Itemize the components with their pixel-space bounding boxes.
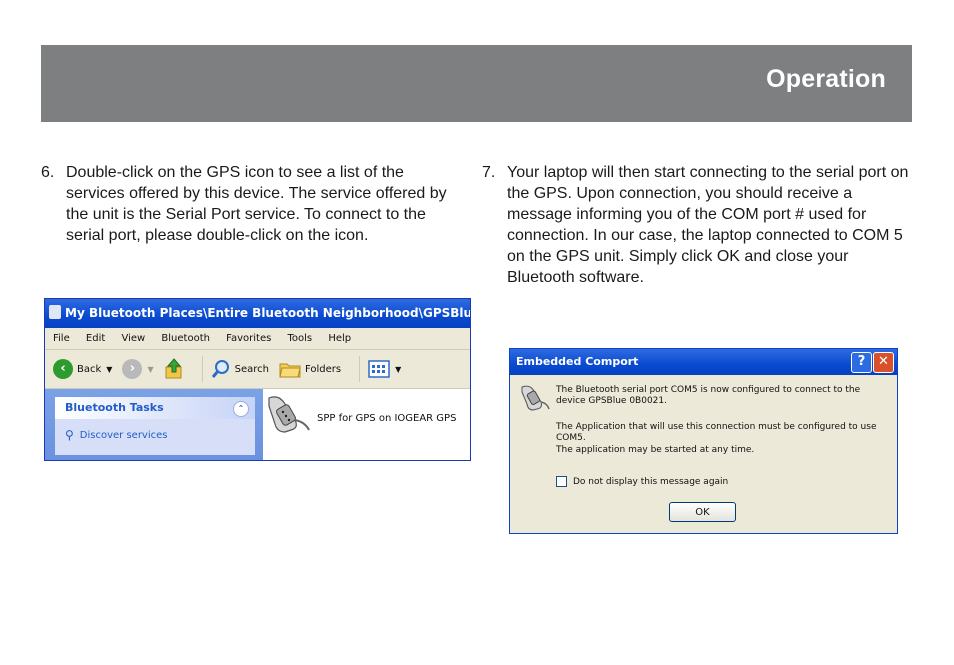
search-label: Search	[234, 363, 269, 375]
dropdown-arrow-icon: ▼	[106, 364, 113, 374]
toolbar-separator	[201, 356, 203, 382]
dialog-message-configured: The Bluetooth serial port COM5 is now co…	[556, 385, 861, 406]
embedded-comport-dialog-screenshot: Embedded Comport ? ✕ The Bluetooth seria…	[509, 348, 898, 534]
serial-port-icon	[268, 396, 310, 433]
step-number: 6.	[41, 164, 55, 181]
up-folder-button[interactable]	[164, 358, 184, 380]
collapse-icon[interactable]: ⌃	[233, 401, 249, 417]
back-label: Back	[77, 363, 102, 375]
search-button[interactable]: Search	[211, 359, 269, 379]
content-pane: SPP for GPS on IOGEAR GPS	[263, 389, 470, 460]
step-number: 7.	[482, 164, 496, 181]
menu-bluetooth[interactable]: Bluetooth	[161, 333, 210, 344]
close-button[interactable]: ✕	[873, 352, 894, 373]
explorer-menubar: File Edit View Bluetooth Favorites Tools…	[45, 328, 470, 350]
explorer-toolbar: ‹ Back ▼ › ▼ Search Folders ▼	[45, 350, 470, 389]
back-arrow-icon: ‹	[53, 359, 73, 379]
explorer-title: My Bluetooth Places\Entire Bluetooth Nei…	[65, 306, 471, 320]
magnifier-icon: ⚲	[65, 428, 74, 442]
forward-arrow-icon: ›	[122, 359, 143, 379]
discover-services-link[interactable]: ⚲ Discover services	[55, 419, 255, 442]
step-text: Double-click on the GPS icon to see a li…	[66, 164, 447, 244]
back-button[interactable]: ‹ Back ▼	[53, 359, 112, 379]
menu-tools[interactable]: Tools	[288, 333, 313, 344]
help-button[interactable]: ?	[851, 352, 872, 373]
menu-view[interactable]: View	[121, 333, 145, 344]
search-icon	[211, 360, 229, 378]
menu-edit[interactable]: Edit	[86, 333, 105, 344]
ok-button[interactable]: OK	[669, 502, 736, 522]
folders-icon	[279, 363, 301, 378]
menu-file[interactable]: File	[53, 333, 70, 344]
explorer-body: Bluetooth Tasks ⌃ ⚲ Discover services SP…	[45, 389, 470, 460]
dont-display-checkbox[interactable]: Do not display this message again	[556, 476, 728, 487]
forward-button[interactable]: › ▼	[122, 359, 154, 379]
service-label: SPP for GPS on IOGEAR GPS	[317, 413, 457, 424]
header-bar: Operation	[41, 45, 912, 122]
folders-label: Folders	[304, 363, 342, 375]
bluetooth-places-icon	[49, 305, 61, 319]
dropdown-arrow-icon: ▼	[147, 364, 154, 374]
serial-port-icon	[521, 385, 550, 411]
page-title: Operation	[766, 65, 886, 93]
explorer-titlebar: My Bluetooth Places\Entire Bluetooth Nei…	[45, 299, 470, 328]
dialog-title: Embedded Comport	[516, 355, 639, 368]
menu-favorites[interactable]: Favorites	[226, 333, 271, 344]
views-icon	[368, 360, 390, 378]
menu-help[interactable]: Help	[328, 333, 351, 344]
explorer-window-screenshot: My Bluetooth Places\Entire Bluetooth Nei…	[44, 298, 471, 461]
toolbar-separator	[359, 356, 361, 382]
dropdown-arrow-icon: ▼	[395, 364, 402, 374]
checkbox-box[interactable]	[556, 476, 567, 487]
discover-services-label: Discover services	[79, 429, 168, 441]
bluetooth-tasks-panel: Bluetooth Tasks ⌃ ⚲ Discover services	[55, 397, 255, 455]
bluetooth-tasks-title: Bluetooth Tasks	[65, 401, 164, 414]
bluetooth-tasks-header[interactable]: Bluetooth Tasks ⌃	[55, 397, 255, 419]
step-text: Your laptop will then start connecting t…	[507, 164, 909, 286]
views-button[interactable]: ▼	[368, 359, 401, 379]
dialog-titlebar: Embedded Comport ? ✕	[510, 349, 897, 375]
folders-button[interactable]: Folders	[279, 359, 341, 379]
dialog-message-start: The application may be started at any ti…	[556, 445, 755, 455]
up-folder-icon	[165, 358, 182, 379]
dialog-message-application: The Application that will use this conne…	[556, 422, 877, 443]
checkbox-label: Do not display this message again	[573, 476, 729, 487]
task-pane: Bluetooth Tasks ⌃ ⚲ Discover services	[45, 389, 263, 460]
